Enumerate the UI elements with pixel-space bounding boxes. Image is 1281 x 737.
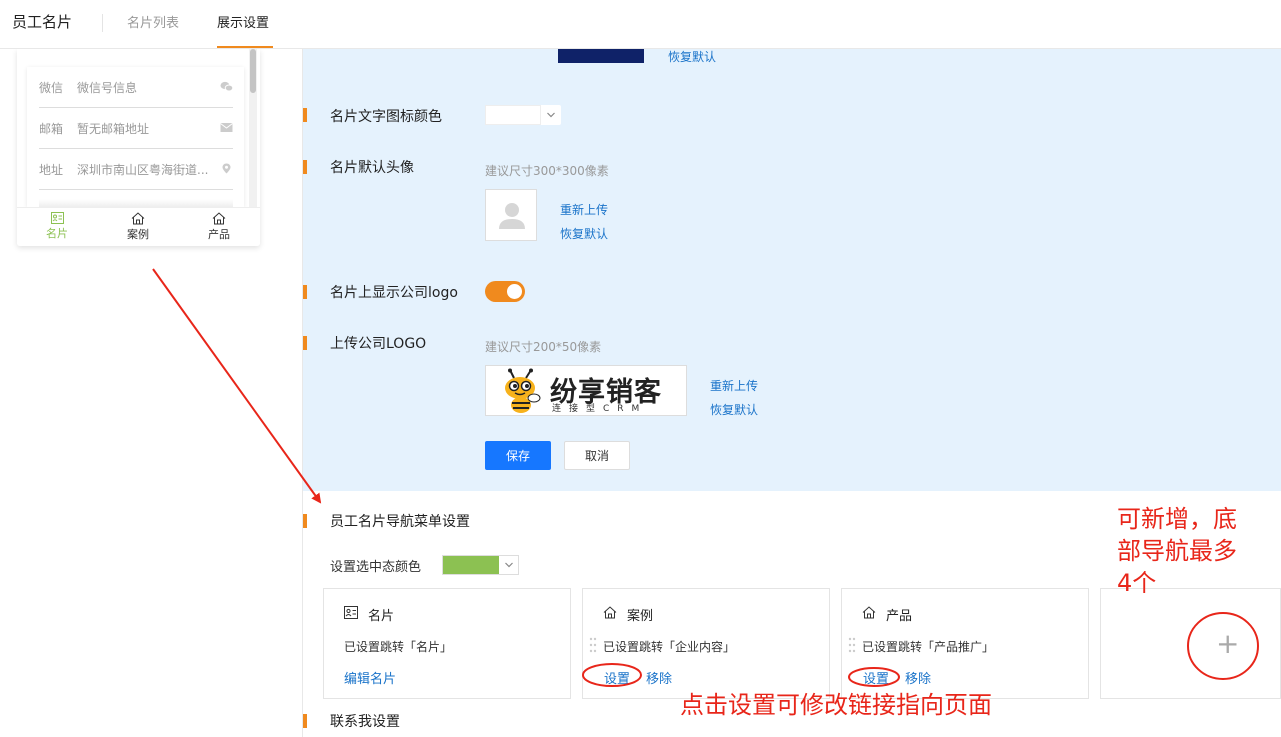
text-icon-color-select[interactable]	[485, 105, 561, 125]
remove-button[interactable]: 移除	[646, 668, 672, 687]
phone-preview-area: 微信 微信号信息 邮箱 暂无邮箱地址 地址 深圳市南山区粤海街道... 名片 案…	[0, 49, 302, 737]
color-swatch	[443, 556, 499, 574]
info-value: 微信号信息	[77, 81, 138, 95]
section-marker	[303, 160, 307, 174]
set-link-button[interactable]: 设置	[604, 668, 630, 687]
background-image-thumbnail	[558, 49, 644, 63]
nav-card-target: 已设置跳转「企业内容」	[603, 640, 736, 654]
app-title: 员工名片	[12, 13, 73, 31]
nav-card-target: 已设置跳转「产品推广」	[862, 640, 995, 654]
phone-preview: 微信 微信号信息 邮箱 暂无邮箱地址 地址 深圳市南山区粤海街道... 名片 案…	[17, 49, 260, 246]
info-row-wechat: 微信 微信号信息	[39, 67, 233, 108]
location-pin-icon	[222, 163, 231, 174]
default-avatar-preview	[485, 189, 537, 241]
cancel-button[interactable]: 取消	[564, 441, 630, 470]
chevron-down-icon	[547, 112, 555, 118]
toggle-knob	[507, 284, 522, 299]
preview-bottom-nav: 名片 案例 产品	[17, 207, 260, 246]
default-avatar-label: 名片默认头像	[330, 160, 414, 176]
section-marker	[303, 714, 307, 728]
preview-nav-label: 名片	[46, 227, 68, 240]
info-row-email: 邮箱 暂无邮箱地址	[39, 108, 233, 149]
nav-card-target: 已设置跳转「名片」	[344, 640, 453, 654]
tab-display-settings[interactable]: 展示设置	[217, 12, 269, 31]
wechat-icon	[220, 81, 233, 92]
reset-background-link[interactable]: 恢复默认	[668, 48, 716, 65]
edit-card-link[interactable]: 编辑名片	[344, 668, 396, 687]
logo-reset-link[interactable]: 恢复默认	[710, 401, 758, 418]
section-marker	[303, 336, 307, 350]
company-logo-preview: 纷享销客 连接型CRM	[485, 365, 687, 416]
logo-size-hint: 建议尺寸200*50像素	[485, 340, 602, 354]
info-key: 地址	[39, 163, 64, 177]
add-icon[interactable]: +	[1216, 630, 1239, 658]
preview-nav-label: 产品	[208, 228, 230, 241]
header-divider	[102, 14, 103, 32]
preview-nav-card[interactable]: 名片	[27, 210, 87, 241]
info-key: 邮箱	[39, 122, 64, 136]
home-icon	[212, 212, 226, 225]
annotation-line: 可新增，底	[1117, 505, 1237, 533]
info-value: 暂无邮箱地址	[77, 122, 150, 136]
preview-nav-products[interactable]: 产品	[189, 210, 249, 242]
add-nav-item-card[interactable]	[1100, 588, 1281, 699]
logo-tagline: 连接型CRM	[552, 404, 648, 414]
nav-card-card: 名片 已设置跳转「名片」 编辑名片	[323, 588, 571, 699]
nav-card-title: 案例	[627, 609, 654, 624]
color-swatch	[485, 105, 541, 125]
avatar-reupload-link[interactable]: 重新上传	[560, 201, 608, 218]
home-icon	[131, 212, 145, 225]
show-logo-label: 名片上显示公司logo	[330, 285, 458, 301]
cut-off-row	[39, 199, 233, 207]
nav-card-products: 产品 已设置跳转「产品推广」 设置 移除	[841, 588, 1089, 699]
bee-mascot-icon	[505, 368, 541, 413]
upload-logo-label: 上传公司LOGO	[330, 336, 427, 352]
logo-reupload-link[interactable]: 重新上传	[710, 377, 758, 394]
card-icon	[344, 606, 358, 619]
nav-card-cases: 案例 已设置跳转「企业内容」 设置 移除	[582, 588, 830, 699]
contact-section-title: 联系我设置	[330, 714, 400, 730]
drag-handle-icon[interactable]	[589, 637, 597, 653]
save-button[interactable]: 保存	[485, 441, 551, 470]
nav-menu-section-title: 员工名片导航菜单设置	[330, 514, 470, 530]
top-header: 员工名片 名片列表 展示设置	[0, 0, 1281, 49]
mail-icon	[220, 123, 233, 132]
preview-nav-cases[interactable]: 案例	[108, 210, 168, 242]
drag-handle-icon[interactable]	[848, 637, 856, 653]
info-row-partial	[39, 199, 233, 207]
home-icon	[603, 606, 617, 619]
tab-card-list[interactable]: 名片列表	[127, 12, 179, 31]
nav-card-title: 名片	[368, 609, 395, 624]
preview-nav-label: 案例	[127, 228, 149, 241]
selected-color-label: 设置选中态颜色	[330, 560, 422, 575]
avatar-reset-link[interactable]: 恢复默认	[560, 225, 608, 242]
selected-color-select[interactable]	[442, 555, 519, 575]
show-logo-toggle[interactable]	[485, 281, 525, 302]
text-icon-color-label: 名片文字图标颜色	[330, 109, 442, 125]
nav-card-title: 产品	[886, 609, 913, 624]
chevron-down-icon	[505, 562, 513, 568]
annotation-add-note: 可新增，底 部导航最多 4个	[1117, 503, 1237, 599]
info-row-address: 地址 深圳市南山区粤海街道...	[39, 149, 233, 190]
active-tab-indicator	[217, 46, 273, 48]
section-marker	[303, 514, 307, 528]
card-style-settings-panel	[303, 49, 1281, 491]
home-icon	[862, 606, 876, 619]
info-value: 深圳市南山区粤海街道...	[77, 163, 209, 177]
section-marker	[303, 285, 307, 299]
card-icon	[50, 212, 64, 224]
user-avatar-icon	[499, 203, 525, 229]
info-key: 微信	[39, 81, 64, 95]
section-marker	[303, 108, 307, 122]
avatar-size-hint: 建议尺寸300*300像素	[485, 164, 609, 178]
annotation-settings-note: 点击设置可修改链接指向页面	[680, 691, 992, 719]
annotation-line: 部导航最多	[1117, 537, 1237, 565]
contact-info-card: 微信 微信号信息 邮箱 暂无邮箱地址 地址 深圳市南山区粤海街道...	[27, 67, 244, 207]
preview-scrollbar-thumb[interactable]	[250, 49, 256, 93]
annotation-line: 4个	[1117, 569, 1157, 597]
